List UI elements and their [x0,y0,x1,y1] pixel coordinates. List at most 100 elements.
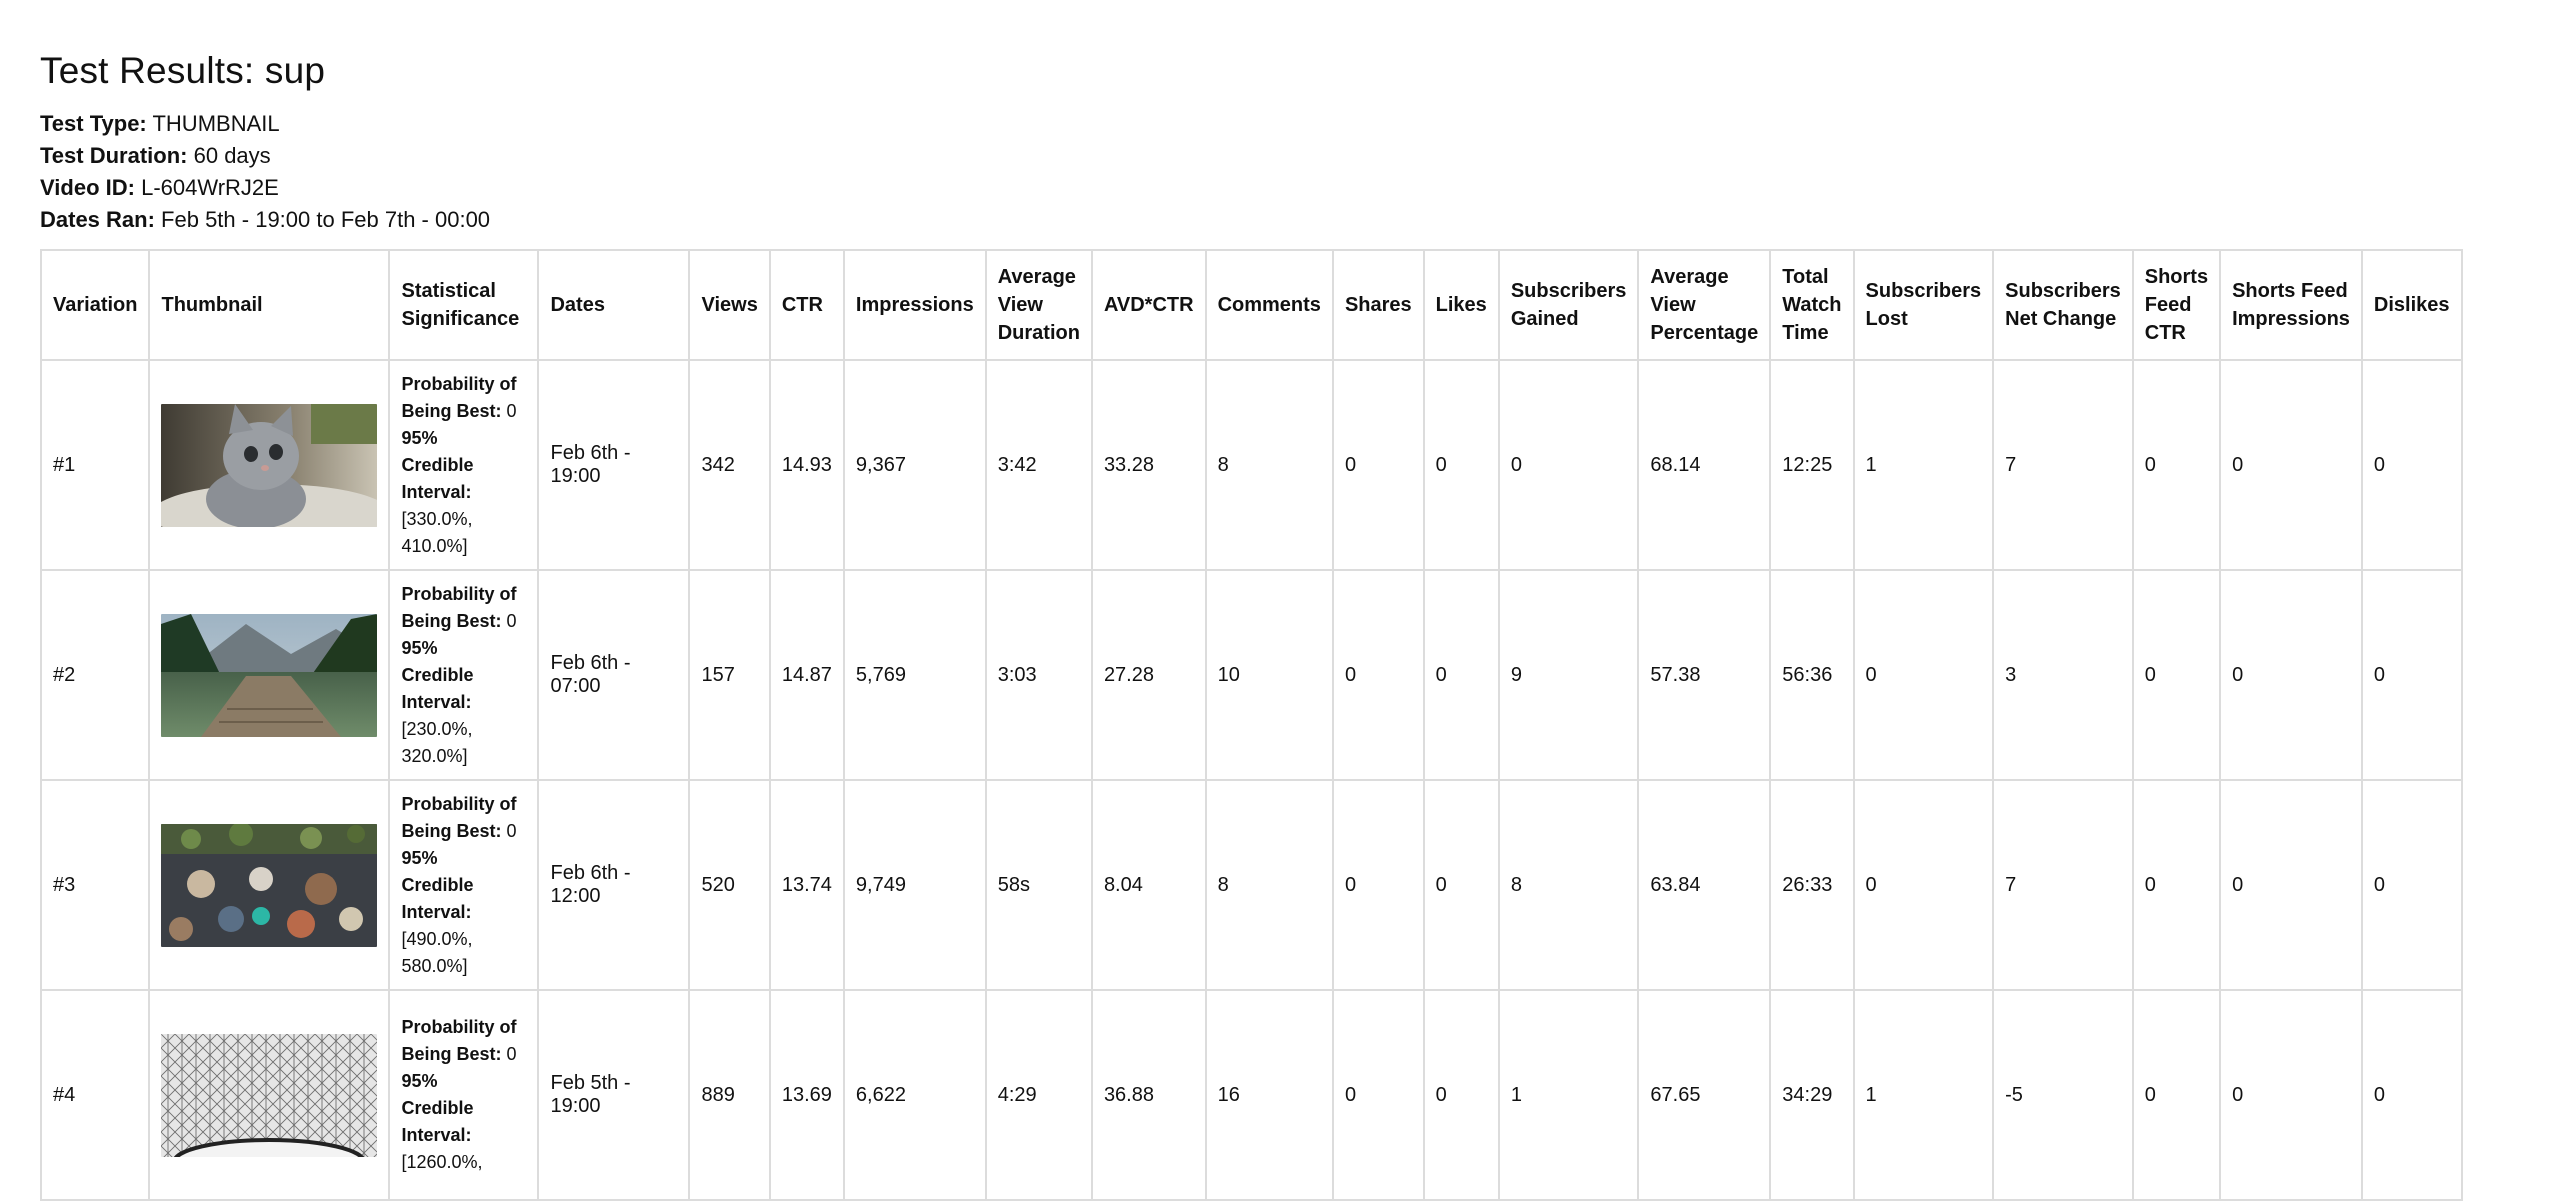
glass-dome-photo-icon [161,1033,378,1157]
views-cell: 889 [688,989,771,1201]
col-header-shorts-feed-ctr: Shorts Feed CTR [2131,249,2222,361]
impressions-cell: 5,769 [842,569,987,781]
col-header-subscribers-net-change: Subscribers Net Change [1992,249,2134,361]
table-header-row: Variation Thumbnail Statistical Significa… [39,249,2463,361]
test-duration-value: 60 days [193,143,271,168]
variation-cell: #4 [39,989,151,1201]
video-id-value: L-604WrRJ2E [141,175,279,200]
page-title: Test Results: sup [40,50,326,91]
col-header-impressions: Impressions [842,249,987,361]
col-header-shares: Shares [1331,249,1425,361]
statistical-significance-cell: Probability of Being Best: 0 95% Credibl… [388,359,540,571]
dates-cell: Feb 6th - 07:00 [537,569,691,781]
col-header-dates: Dates [537,249,691,361]
stat-summary: Probability of Being Best: 0 95% Credibl… [401,373,517,556]
dates-ran-value: Feb 5th - 19:00 to Feb 7th - 00:00 [161,207,491,232]
total-watch-time-cell: 56:36 [1769,569,1855,781]
impressions-cell: 6,622 [842,989,987,1201]
shorts-feed-ctr-cell: 0 [2131,779,2222,991]
shorts-feed-impressions-cell: 0 [2219,359,2363,571]
shorts-feed-impressions-cell: 0 [2219,569,2363,781]
shorts-feed-ctr-cell: 0 [2131,989,2222,1201]
stat-summary: Probability of Being Best: 0 95% Credibl… [401,1017,517,1172]
shares-cell: 0 [1331,989,1425,1201]
avd-ctr-cell: 27.28 [1090,569,1207,781]
dislikes-cell: 0 [2360,569,2463,781]
comments-cell: 8 [1204,779,1334,991]
subscribers-gained-cell: 1 [1497,989,1640,1201]
dislikes-cell: 0 [2360,779,2463,991]
likes-cell: 0 [1422,989,1500,1201]
avd-cell: 58s [984,779,1093,991]
col-header-likes: Likes [1422,249,1500,361]
shorts-feed-ctr-cell: 0 [2131,359,2222,571]
views-cell: 520 [688,779,771,991]
shares-cell: 0 [1331,359,1425,571]
likes-cell: 0 [1422,569,1500,781]
col-header-statistical-significance: Statistical Significance [388,249,540,361]
probability-value: 0 [506,610,517,631]
ctr-cell: 13.69 [768,989,845,1201]
interval-value-end: 320.0%] [401,745,468,766]
subscribers-net-cell: 7 [1992,359,2134,571]
subscribers-lost-cell: 0 [1852,569,1995,781]
dislikes-cell: 0 [2360,989,2463,1201]
statistical-significance-cell: Probability of Being Best: 0 95% Credibl… [388,779,540,991]
avp-cell: 63.84 [1637,779,1772,991]
interval-value-end: 410.0%] [401,535,468,556]
impressions-cell: 9,749 [842,779,987,991]
dates-ran-label: Dates Ran: [40,207,155,232]
subscribers-lost-cell: 0 [1852,779,1995,991]
video-id-line: Video ID: L-604WrRJ2E [40,172,490,204]
variation-cell: #2 [39,569,151,781]
test-duration-label: Test Duration: [40,143,188,168]
video-id-label: Video ID: [40,175,135,200]
subscribers-net-cell: 7 [1992,779,2134,991]
likes-cell: 0 [1422,359,1500,571]
col-header-ctr: CTR [768,249,845,361]
avd-ctr-cell: 36.88 [1090,989,1207,1201]
dislikes-cell: 0 [2360,359,2463,571]
variation-cell: #3 [39,779,151,991]
subscribers-gained-cell: 9 [1497,569,1640,781]
avp-cell: 67.65 [1637,989,1772,1201]
views-cell: 342 [688,359,771,571]
statistical-significance-cell: Probability of Being Best: 0 95% Credibl… [388,569,540,781]
comments-cell: 10 [1204,569,1334,781]
thumbnail-cell [148,359,391,571]
subscribers-net-cell: 3 [1992,569,2134,781]
subscribers-net-cell: -5 [1992,989,2134,1201]
stat-summary: Probability of Being Best: 0 95% Credibl… [401,583,517,766]
subscribers-gained-cell: 8 [1497,779,1640,991]
probability-value: 0 [506,400,517,421]
impressions-cell: 9,367 [842,359,987,571]
total-watch-time-cell: 26:33 [1769,779,1855,991]
interval-value-start: [1260.0%, [401,1152,483,1172]
views-cell: 157 [688,569,771,781]
shorts-feed-impressions-cell: 0 [2219,779,2363,991]
shares-cell: 0 [1331,779,1425,991]
col-header-variation: Variation [39,249,151,361]
interval-value-start: [490.0%, [401,928,473,949]
comments-cell: 16 [1204,989,1334,1201]
col-header-total-watch-time: Total Watch Time [1769,249,1855,361]
lake-dock-photo-icon [161,613,378,737]
test-duration-line: Test Duration: 60 days [40,140,490,172]
avp-cell: 68.14 [1637,359,1772,571]
subscribers-gained-cell: 0 [1497,359,1640,571]
test-type-label: Test Type: [40,111,147,136]
avd-cell: 3:03 [984,569,1093,781]
dates-cell: Feb 5th - 19:00 [537,989,691,1201]
test-type-line: Test Type: THUMBNAIL [40,108,490,140]
avd-ctr-cell: 8.04 [1090,779,1207,991]
shares-cell: 0 [1331,569,1425,781]
test-meta: Test Type: THUMBNAIL Test Duration: 60 d… [40,108,490,236]
table-row: #3 Probability of Being Best: 0 95% Cred… [39,779,2463,991]
total-watch-time-cell: 12:25 [1769,359,1855,571]
table-row: #1 Probability of Being Best: 0 95% Cred… [39,359,2463,571]
likes-cell: 0 [1422,779,1500,991]
ctr-cell: 13.74 [768,779,845,991]
dates-cell: Feb 6th - 19:00 [537,359,691,571]
dates-ran-line: Dates Ran: Feb 5th - 19:00 to Feb 7th - … [40,204,490,236]
col-header-avd-ctr: AVD*CTR [1090,249,1207,361]
